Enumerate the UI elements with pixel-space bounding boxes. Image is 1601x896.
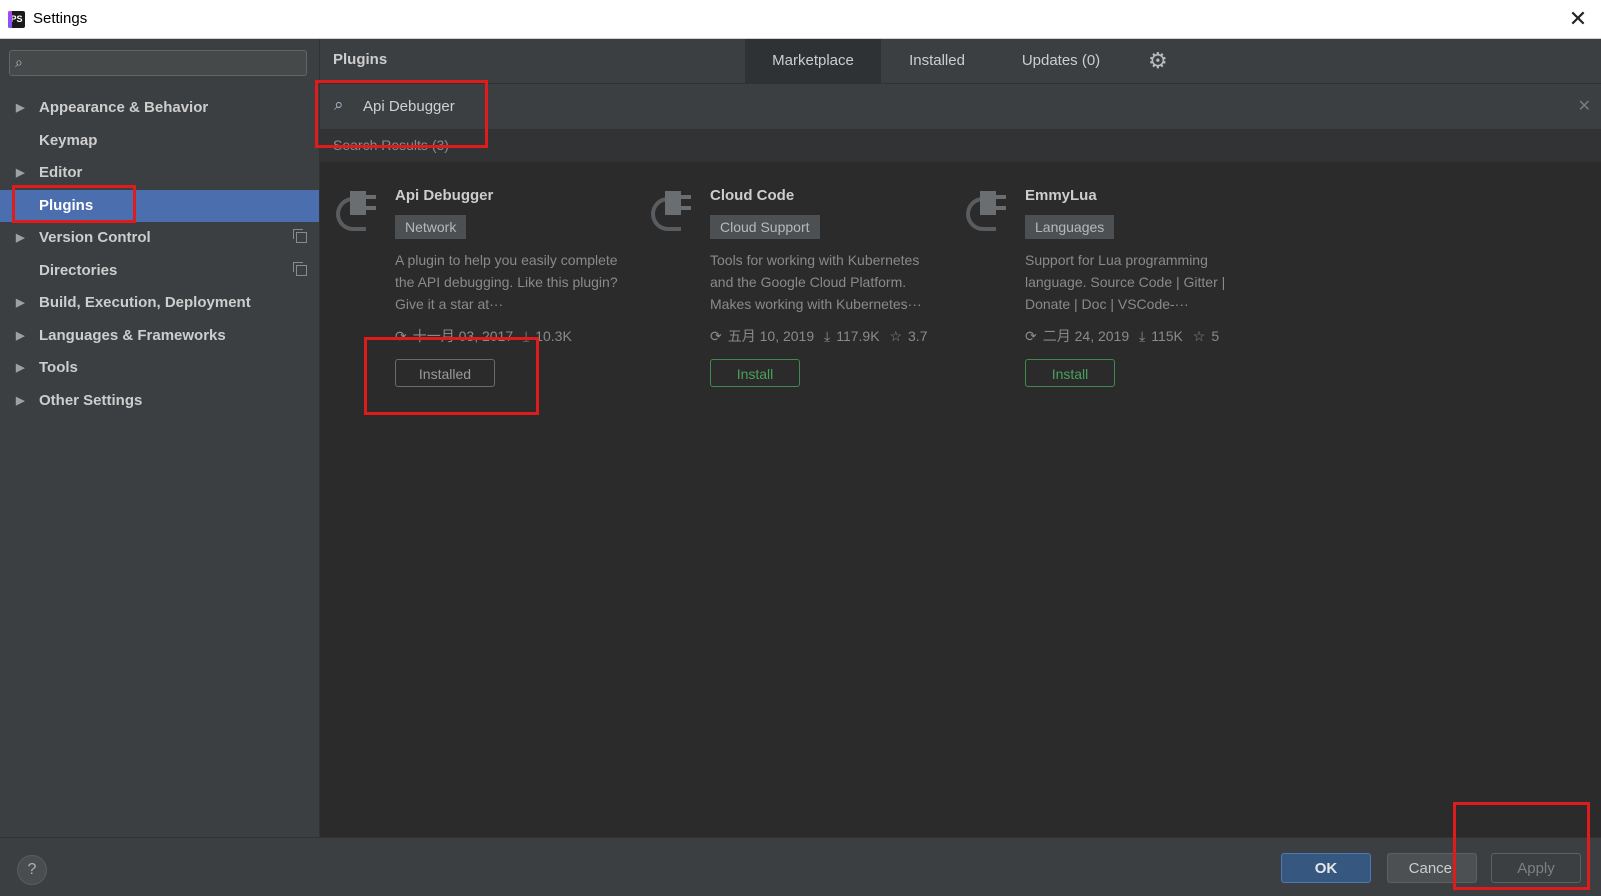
plugin-date: 十一月 03, 2017 <box>412 328 514 344</box>
page-title: Plugins <box>333 51 388 68</box>
close-window-button[interactable]: ✕ <box>1565 6 1591 32</box>
project-settings-icon <box>293 229 307 243</box>
download-icon: ⤓ <box>824 328 831 344</box>
sidebar-item-directories[interactable]: Directories <box>0 255 319 288</box>
sidebar-item-plugins[interactable]: Plugins <box>0 189 319 222</box>
sidebar-item-editor[interactable]: ▶ Editor <box>0 157 319 190</box>
plugin-tag: Network <box>395 215 467 239</box>
tab-updates[interactable]: Updates (0) <box>993 39 1129 83</box>
sidebar-item-label: Build, Execution, Deployment <box>39 294 251 311</box>
expand-arrow-icon[interactable]: ▶ <box>16 320 24 352</box>
search-results-label: Search Results (3) <box>333 137 449 153</box>
expand-arrow-icon[interactable]: ▶ <box>16 92 24 124</box>
star-icon: ☆ <box>1192 328 1206 344</box>
plugin-search-field[interactable]: ⌕ Api Debugger ✕ <box>320 84 1601 130</box>
search-results-header: Search Results (3) <box>320 130 1601 162</box>
sidebar-item-label: Version Control <box>39 229 151 246</box>
settings-tree: ▶ Appearance & Behavior Keymap ▶ Editor … <box>0 92 319 417</box>
sidebar-item-label: Keymap <box>39 131 98 149</box>
plugin-meta: ⟳ 五月 10, 2019 ⤓ 117.9K ☆ 3.7 <box>710 326 933 346</box>
plugin-description: A plugin to help you easily complete the… <box>395 252 618 312</box>
plugin-rating: 3.7 <box>908 328 928 344</box>
expand-arrow-icon[interactable]: ▶ <box>16 352 24 384</box>
plugins-header: Plugins Marketplace Installed Updates (0… <box>320 39 1601 84</box>
sidebar-item-label: Other Settings <box>39 391 143 409</box>
install-button[interactable]: Install <box>1025 359 1115 387</box>
sidebar-item-tools[interactable]: ▶ Tools <box>0 352 319 385</box>
sidebar-item-keymap[interactable]: Keymap <box>0 125 319 158</box>
expand-arrow-icon[interactable]: ▶ <box>16 385 24 417</box>
gear-icon[interactable]: ⚙ <box>1148 48 1168 74</box>
sidebar-item-label: Languages & Frameworks <box>39 326 226 344</box>
plugin-card-emmylua[interactable]: EmmyLua Languages Support for Lua progra… <box>950 187 1250 397</box>
plugin-date: 二月 24, 2019 <box>1042 328 1130 344</box>
tab-marketplace[interactable]: Marketplace <box>745 39 881 83</box>
sidebar-item-appearance-behavior[interactable]: ▶ Appearance & Behavior <box>0 92 319 125</box>
plugin-date: 五月 10, 2019 <box>727 328 815 344</box>
search-icon: ⌕ <box>334 95 344 114</box>
app-icon: PS <box>8 11 25 28</box>
plugin-icon <box>336 191 382 237</box>
title-bar: PS Settings ✕ <box>0 0 1601 39</box>
sidebar-item-languages-frameworks[interactable]: ▶ Languages & Frameworks <box>0 320 319 353</box>
download-icon: ⤓ <box>523 328 530 344</box>
window-title: Settings <box>33 10 88 27</box>
plugin-downloads: 10.3K <box>535 328 572 344</box>
plugin-meta: ⟳ 二月 24, 2019 ⤓ 115K ☆ 5 <box>1025 326 1225 346</box>
expand-arrow-icon[interactable]: ▶ <box>16 287 24 319</box>
download-icon: ⤓ <box>1139 328 1146 344</box>
dialog-footer: ? OK Cancel Apply <box>0 837 1601 896</box>
installed-button[interactable]: Installed <box>395 359 495 387</box>
project-settings-icon <box>293 261 307 276</box>
plugin-downloads: 117.9K <box>836 328 880 344</box>
plugin-icon <box>966 191 1012 237</box>
sidebar-item-label: Directories <box>39 261 118 279</box>
plugin-name[interactable]: Cloud Code <box>710 187 794 204</box>
plugin-description: Support for Lua programming language. So… <box>1025 252 1226 312</box>
plugin-card-api-debugger[interactable]: Api Debugger Network A plugin to help yo… <box>320 187 620 397</box>
plugin-name[interactable]: EmmyLua <box>1025 187 1097 204</box>
plugin-description: Tools for working with Kubernetes and th… <box>710 252 922 312</box>
sidebar-item-label: Appearance & Behavior <box>39 99 209 116</box>
sidebar-item-other-settings[interactable]: ▶ Other Settings <box>0 385 319 418</box>
plugin-card-cloud-code[interactable]: Cloud Code Cloud Support Tools for worki… <box>635 187 935 397</box>
sidebar-item-label: Tools <box>39 359 78 376</box>
plugin-icon <box>651 191 697 237</box>
cancel-button[interactable]: Cancel <box>1387 853 1477 883</box>
sidebar-item-label: Plugins <box>39 196 94 214</box>
plugin-meta: ⟳ 十一月 03, 2017 ⤓ 10.3K <box>395 326 578 346</box>
plugin-tag: Languages <box>1025 215 1115 239</box>
star-icon: ☆ <box>889 328 903 344</box>
ok-button[interactable]: OK <box>1281 853 1371 883</box>
expand-arrow-icon[interactable]: ▶ <box>16 222 24 254</box>
sidebar-search-input[interactable]: ⌕ <box>9 50 307 76</box>
install-button[interactable]: Install <box>710 359 800 387</box>
plugin-rating: 5 <box>1211 328 1220 344</box>
plugins-panel: Plugins Marketplace Installed Updates (0… <box>320 39 1601 837</box>
sidebar-item-build-execution-deployment[interactable]: ▶ Build, Execution, Deployment <box>0 287 319 320</box>
plugin-search-input[interactable]: Api Debugger <box>363 98 455 115</box>
help-button[interactable]: ? <box>17 855 47 885</box>
refresh-icon: ⟳ <box>710 328 722 344</box>
expand-arrow-icon[interactable]: ▶ <box>16 157 24 189</box>
sidebar-item-label: Editor <box>39 164 83 181</box>
search-icon: ⌕ <box>15 54 23 70</box>
tab-installed[interactable]: Installed <box>881 39 993 83</box>
refresh-icon: ⟳ <box>395 328 407 344</box>
settings-sidebar: ⌕ ▶ Appearance & Behavior Keymap ▶ Edito… <box>0 39 320 837</box>
clear-search-icon[interactable]: ✕ <box>1578 96 1591 116</box>
plugin-tag: Cloud Support <box>710 215 820 239</box>
apply-button[interactable]: Apply <box>1491 853 1581 883</box>
sidebar-item-version-control[interactable]: ▶ Version Control <box>0 222 319 255</box>
plugin-name[interactable]: Api Debugger <box>395 187 493 204</box>
refresh-icon: ⟳ <box>1025 328 1037 344</box>
plugin-downloads: 115K <box>1151 328 1183 344</box>
